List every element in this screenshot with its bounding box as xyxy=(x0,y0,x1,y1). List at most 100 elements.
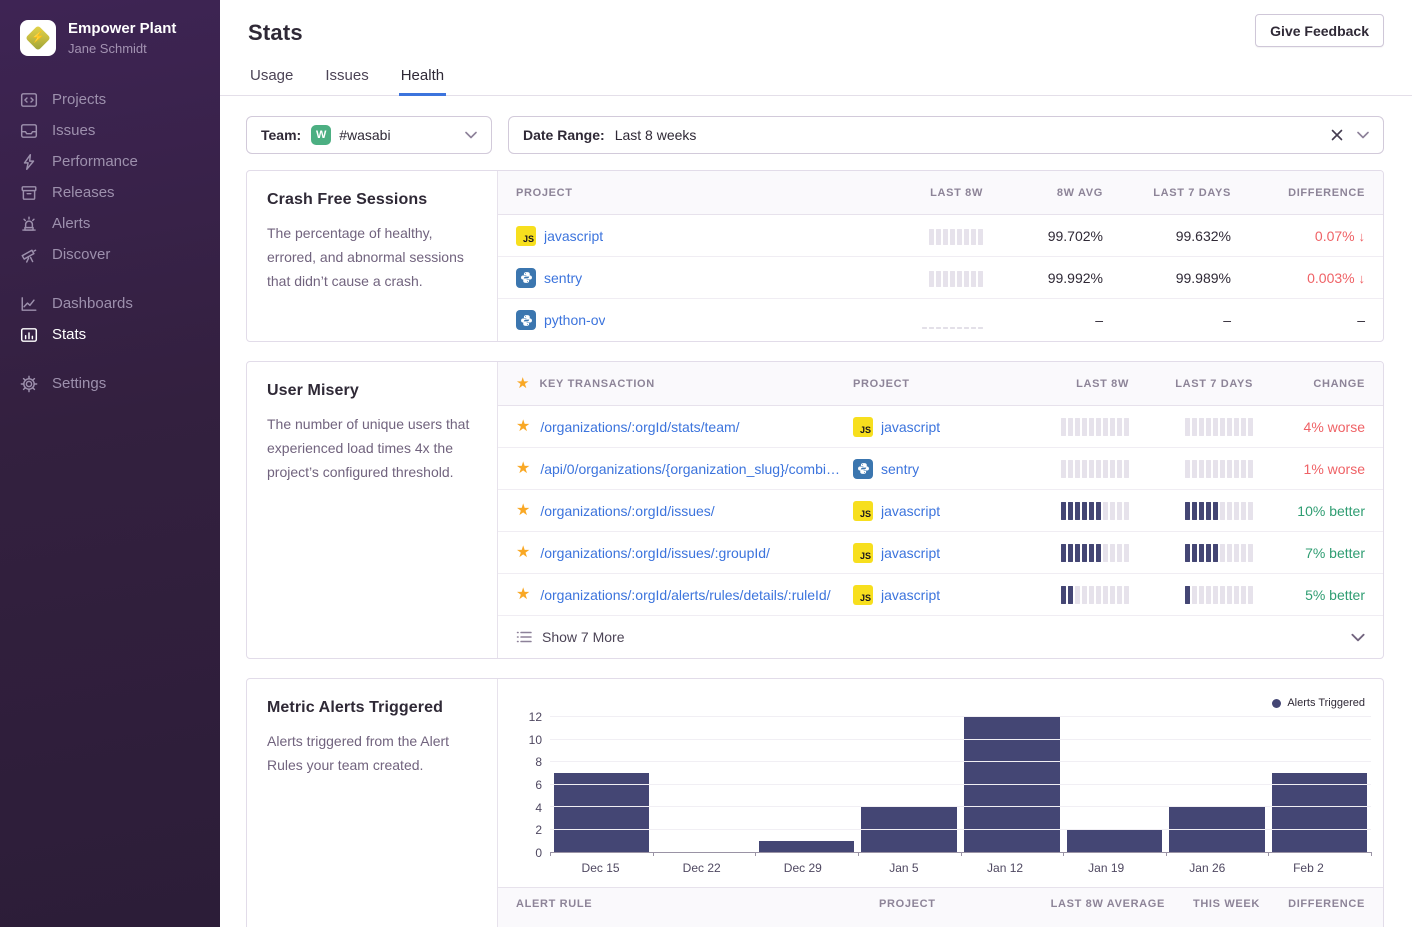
key-transaction-star[interactable]: ★ xyxy=(516,461,530,477)
avg-8w-value: – xyxy=(1095,312,1103,328)
change-value: 5% better xyxy=(1305,587,1365,603)
table-row: ★ /organizations/:orgId/alerts/rules/deta… xyxy=(498,574,1383,616)
legend-dot-icon xyxy=(1272,699,1281,708)
transaction-link[interactable]: /organizations/:orgId/alerts/rules/detai… xyxy=(540,587,830,603)
sidebar-item-label: Stats xyxy=(52,326,86,343)
table-header: Project Last 8W 8W Avg Last 7 Days Diffe… xyxy=(498,171,1383,215)
user-misery-panel: User Misery The number of unique users t… xyxy=(246,361,1384,659)
project-link[interactable]: javascript xyxy=(881,587,940,603)
chart-y-axis: 024681012 xyxy=(512,717,542,853)
panel-title: User Misery xyxy=(267,382,477,400)
transaction-link[interactable]: /organizations/:orgId/issues/ xyxy=(540,503,714,519)
sidebar-item-alerts[interactable]: Alerts xyxy=(20,208,208,239)
releases-icon xyxy=(20,184,38,202)
sidebar-item-stats[interactable]: Stats xyxy=(20,319,208,350)
panel-title: Metric Alerts Triggered xyxy=(267,699,477,717)
issues-icon xyxy=(20,122,38,140)
tab-health[interactable]: Health xyxy=(399,67,446,96)
tab-issues[interactable]: Issues xyxy=(323,67,370,96)
sidebar-item-label: Performance xyxy=(52,153,138,170)
alerts-icon xyxy=(20,215,38,233)
sparkline xyxy=(929,269,983,287)
key-transaction-star[interactable]: ★ xyxy=(516,545,530,561)
python-icon xyxy=(516,268,536,288)
sidebar-item-dashboards[interactable]: Dashboards xyxy=(20,288,208,319)
table-row: sentry 99.992% 99.989% 0.003% ↓ xyxy=(498,257,1383,299)
chevron-down-icon xyxy=(465,131,477,139)
sidebar-item-settings[interactable]: Settings xyxy=(20,368,208,399)
javascript-icon: JS xyxy=(853,585,873,605)
page-title: Stats xyxy=(248,20,303,46)
project-link[interactable]: sentry xyxy=(881,461,919,477)
sidebar-item-label: Releases xyxy=(52,184,115,201)
team-select-label: Team: xyxy=(261,127,301,143)
date-range-select[interactable]: Date Range: Last 8 weeks xyxy=(508,116,1384,154)
sidebar-item-label: Alerts xyxy=(52,215,90,232)
tab-usage[interactable]: Usage xyxy=(248,67,295,96)
show-more-button[interactable]: Show 7 More xyxy=(498,616,1383,658)
org-name: Empower Plant xyxy=(68,20,176,39)
python-icon xyxy=(516,310,536,330)
project-link[interactable]: javascript xyxy=(881,545,940,561)
sidebar: ⚡ Empower Plant Jane Schmidt Projects Is… xyxy=(0,0,220,927)
stats-icon xyxy=(20,326,38,344)
sidebar-item-releases[interactable]: Releases xyxy=(20,177,208,208)
chart-legend[interactable]: Alerts Triggered xyxy=(1272,697,1365,709)
table-header: ★Key Transaction Project Last 8W Last 7 … xyxy=(498,362,1383,406)
org-switcher[interactable]: ⚡ Empower Plant Jane Schmidt xyxy=(0,0,220,70)
table-row: ★ /api/0/organizations/{organization_slug… xyxy=(498,448,1383,490)
table-row: python-ov – – – xyxy=(498,299,1383,341)
tab-bar: Usage Issues Health xyxy=(248,67,1384,95)
list-icon xyxy=(516,630,532,644)
difference-value: 0.003% ↓ xyxy=(1307,270,1365,286)
change-value: 10% better xyxy=(1297,503,1365,519)
project-link[interactable]: python-ov xyxy=(544,312,605,328)
sidebar-item-performance[interactable]: Performance xyxy=(20,146,208,177)
sidebar-item-projects[interactable]: Projects xyxy=(20,84,208,115)
project-link[interactable]: sentry xyxy=(544,270,582,286)
give-feedback-button[interactable]: Give Feedback xyxy=(1255,14,1384,47)
key-transaction-star[interactable]: ★ xyxy=(516,503,530,519)
javascript-icon: JS xyxy=(853,417,873,437)
change-value: 7% better xyxy=(1305,545,1365,561)
last-7d-value: 99.632% xyxy=(1176,228,1231,244)
sparkline xyxy=(1185,502,1253,520)
transaction-link[interactable]: /organizations/:orgId/issues/:groupId/ xyxy=(540,545,770,561)
key-transaction-star[interactable]: ★ xyxy=(516,419,530,435)
project-link[interactable]: javascript xyxy=(881,419,940,435)
javascript-icon: JS xyxy=(853,501,873,521)
discover-icon xyxy=(20,246,38,264)
last-7d-value: 99.989% xyxy=(1176,270,1231,286)
performance-icon xyxy=(20,153,38,171)
avg-8w-value: 99.992% xyxy=(1048,270,1103,286)
show-more-label: Show 7 More xyxy=(542,629,624,645)
sidebar-item-discover[interactable]: Discover xyxy=(20,239,208,270)
panel-title: Crash Free Sessions xyxy=(267,191,477,209)
date-range-label: Date Range: xyxy=(523,127,605,143)
key-transaction-star[interactable]: ★ xyxy=(516,587,530,603)
sparkline xyxy=(1185,460,1253,478)
clear-icon[interactable] xyxy=(1331,129,1343,141)
team-select[interactable]: Team: W #wasabi xyxy=(246,116,492,154)
sparkline xyxy=(1185,544,1253,562)
org-logo: ⚡ xyxy=(20,20,56,56)
user-name: Jane Schmidt xyxy=(68,41,176,56)
sidebar-item-label: Issues xyxy=(52,122,95,139)
difference-value: – xyxy=(1357,312,1365,328)
project-link[interactable]: javascript xyxy=(881,503,940,519)
panel-description: The number of unique users that experien… xyxy=(267,412,477,484)
sidebar-item-issues[interactable]: Issues xyxy=(20,115,208,146)
page-header: Stats Give Feedback Usage Issues Health xyxy=(220,0,1412,96)
team-select-value: #wasabi xyxy=(339,127,390,143)
projects-icon xyxy=(20,91,38,109)
sidebar-item-label: Projects xyxy=(52,91,106,108)
chart-plot-area xyxy=(550,717,1371,853)
table-row: ★/organizations/:orgId/issues/:groupId/ … xyxy=(498,532,1383,574)
transaction-link[interactable]: /organizations/:orgId/stats/team/ xyxy=(540,419,739,435)
transaction-link[interactable]: /api/0/organizations/{organization_slug}… xyxy=(540,461,845,477)
sparkline xyxy=(922,311,983,329)
sidebar-item-label: Dashboards xyxy=(52,295,133,312)
avg-8w-value: 99.702% xyxy=(1048,228,1103,244)
last-7d-value: – xyxy=(1223,312,1231,328)
project-link[interactable]: javascript xyxy=(544,228,603,244)
